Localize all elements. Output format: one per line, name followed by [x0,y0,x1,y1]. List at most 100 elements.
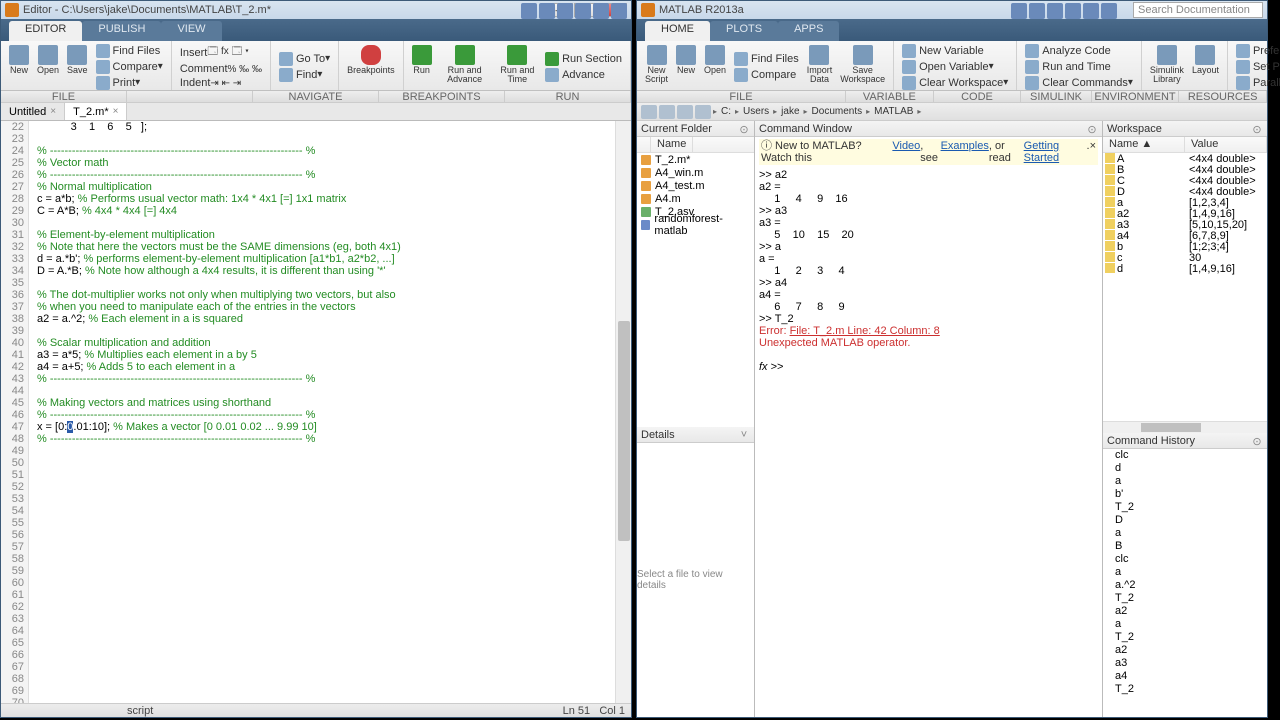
workspace-cols[interactable]: Name ▲Value [1103,137,1267,153]
history-item[interactable]: T_2 [1115,501,1267,514]
file-item[interactable]: A4_win.m [637,166,754,179]
print[interactable]: Print ▾ [92,75,167,91]
chevron-icon[interactable]: ˅ [738,429,750,441]
workspace-table[interactable]: A<4x4 double>B<4x4 double>C<4x4 double>D… [1103,153,1267,421]
workspace-row[interactable]: a[1,2,3,4] [1103,197,1267,208]
history-item[interactable]: a [1115,475,1267,488]
new-variable[interactable]: New Variable [898,43,1012,59]
history-item[interactable]: a [1115,566,1267,579]
tab-home[interactable]: HOME [645,21,710,41]
qat-icon[interactable] [539,3,555,19]
workspace-row[interactable]: c30 [1103,252,1267,263]
parallel[interactable]: Parallel ▾ [1232,75,1280,91]
command-window[interactable]: ⓘ New to MATLAB? Watch this Video, see E… [755,137,1102,717]
new-button[interactable]: New [5,43,33,90]
goto[interactable]: Go To ▾ [275,51,334,67]
file-tab-untitled[interactable]: Untitled× [1,103,65,120]
run-advance[interactable]: Run and Advance [436,43,494,90]
up-icon[interactable] [677,105,693,119]
clear-workspace[interactable]: Clear Workspace ▾ [898,75,1012,91]
workspace-header[interactable]: Workspace⊙ [1103,121,1267,137]
find-files[interactable]: Find Files [92,43,167,59]
scroll-thumb[interactable] [618,321,630,541]
tab-editor[interactable]: EDITOR [9,21,82,41]
history-item[interactable]: B [1115,540,1267,553]
new[interactable]: New [672,43,700,90]
file-item[interactable]: A4.m [637,192,754,205]
workspace-row[interactable]: D<4x4 double> [1103,186,1267,197]
import-data[interactable]: Import Data [803,43,837,90]
dropdown-icon[interactable]: ⊙ [1251,435,1263,447]
qat-icon[interactable] [1065,3,1081,19]
workspace-row[interactable]: a4[6,7,8,9] [1103,230,1267,241]
file-item[interactable]: randomforest-matlab [637,218,754,231]
tab-close-icon[interactable]: × [50,106,56,117]
save-button[interactable]: Save [63,43,92,90]
code-editor[interactable]: 2223242526272829303132333435363738394041… [1,121,631,703]
file-list[interactable]: T_2.m*A4_win.mA4_test.mA4.mT_2.asvrandom… [637,153,754,427]
open[interactable]: Open [700,43,730,90]
history-item[interactable]: a.^2 [1115,579,1267,592]
history-item[interactable]: T_2 [1115,683,1267,696]
current-folder-header[interactable]: Current Folder⊙ [637,121,754,137]
run-time[interactable]: Run and Time [494,43,541,90]
history-item[interactable]: a3 [1115,657,1267,670]
history-item[interactable]: a [1115,527,1267,540]
tab-plots[interactable]: PLOTS [710,21,778,41]
breakpoints[interactable]: Breakpoints [343,43,399,90]
back-icon[interactable] [641,105,657,119]
workspace-row[interactable]: b[1;2;3;4] [1103,241,1267,252]
qat-icon[interactable] [1029,3,1045,19]
open-variable[interactable]: Open Variable ▾ [898,59,1012,75]
tab-apps[interactable]: APPS [778,21,839,41]
qat-icon[interactable] [1083,3,1099,19]
insert[interactable]: Insert 🗔 fx 🗔 ▾ [176,43,266,62]
open-button[interactable]: Open [33,43,63,90]
find[interactable]: Find ▾ [275,67,334,83]
dropdown-icon[interactable]: ⊙ [1251,123,1263,135]
qat-icon[interactable] [557,3,573,19]
history-item[interactable]: d [1115,462,1267,475]
qat-icon[interactable] [1047,3,1063,19]
find-files[interactable]: Find Files [730,51,803,67]
set-path[interactable]: Set Path [1232,59,1280,75]
run-section[interactable]: Run Section [541,51,626,67]
workspace-row[interactable]: B<4x4 double> [1103,164,1267,175]
qat-icon[interactable] [1011,3,1027,19]
history-item[interactable]: D [1115,514,1267,527]
tab-view[interactable]: VIEW [161,21,221,41]
history-item[interactable]: clc [1115,553,1267,566]
dropdown-icon[interactable]: ⊙ [1086,123,1098,135]
history-item[interactable]: T_2 [1115,592,1267,605]
analyze-code[interactable]: Analyze Code [1021,43,1137,59]
qat-icon[interactable] [593,3,609,19]
history-item[interactable]: b' [1115,488,1267,501]
history-item[interactable]: a [1115,618,1267,631]
workspace-row[interactable]: a2[1,4,9,16] [1103,208,1267,219]
tab-publish[interactable]: PUBLISH [82,21,161,41]
history-item[interactable]: T_2 [1115,631,1267,644]
history-item[interactable]: a4 [1115,670,1267,683]
workspace-row[interactable]: C<4x4 double> [1103,175,1267,186]
advance[interactable]: Advance [541,67,626,83]
code-area[interactable]: 3 1 6 5 ]; % ---------------------------… [29,121,615,703]
command-history[interactable]: clcdab'T_2DaBclcaa.^2T_2a2aT_2a2a3a4T_2 [1103,449,1267,717]
file-item[interactable]: T_2.m* [637,153,754,166]
run-and-time[interactable]: Run and Time [1021,59,1137,75]
save-workspace[interactable]: Save Workspace [836,43,889,90]
simulink[interactable]: Simulink Library [1146,43,1188,90]
new-script[interactable]: New Script [641,43,672,90]
file-tab-t2[interactable]: T_2.m*× [65,103,127,120]
close-icon[interactable]: × [1090,140,1096,164]
command-window-header[interactable]: Command Window⊙ [755,121,1102,137]
vertical-scrollbar[interactable] [615,121,631,703]
compare[interactable]: Compare [730,67,803,83]
address-bar[interactable]: ▸C: ▸Users ▸jake ▸Documents ▸MATLAB ▸ [637,103,1267,121]
forward-icon[interactable] [659,105,675,119]
workspace-hscroll[interactable] [1103,421,1267,433]
preferences[interactable]: Preferences [1232,43,1280,59]
compare[interactable]: Compare ▾ [92,59,167,75]
help-icon[interactable] [1101,3,1117,19]
workspace-row[interactable]: a3[5,10,15,20] [1103,219,1267,230]
dropdown-icon[interactable]: ⊙ [738,123,750,135]
